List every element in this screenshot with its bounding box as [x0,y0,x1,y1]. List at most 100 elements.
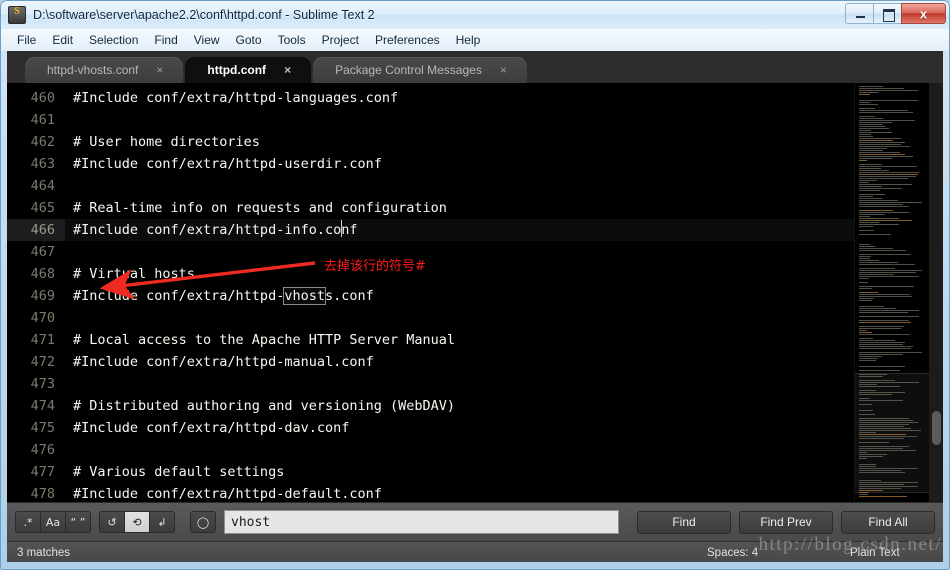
minimap-line [859,456,883,457]
minimap-line [859,152,900,153]
title-bar[interactable]: D:\software\server\apache2.2\conf\httpd.… [1,1,949,29]
tab-1[interactable]: httpd.conf × [185,57,312,83]
maximize-button[interactable] [873,3,901,24]
tab-close-icon[interactable]: × [284,63,291,77]
tab-2[interactable]: Package Control Messages × [313,57,527,83]
code-line[interactable]: #Include conf/extra/httpd-languages.conf [65,87,854,109]
editor-area[interactable]: 460 461 462 463 464 465 466 467 468 469 470 471 472 4… [7,83,943,502]
minimap-line [859,398,870,399]
minimap-line [859,148,887,149]
close-icon: x [919,6,928,21]
minimap-line [859,264,915,265]
code-line[interactable]: #Include conf/extra/httpd-vhosts.conf [65,285,854,307]
menu-item-view[interactable]: View [186,31,228,49]
preserve-case-toggle[interactable]: ◯ [190,511,216,533]
code-line[interactable] [65,439,854,461]
menu-item-edit[interactable]: Edit [44,31,81,49]
menu-item-tools[interactable]: Tools [270,31,314,49]
minimap-line [859,156,913,157]
minimap-line [859,222,879,223]
minimap-line [859,380,895,381]
code-line[interactable]: #Include conf/extra/httpd-default.conf [65,483,854,502]
minimap-viewport[interactable] [855,373,929,493]
minimap-line [859,172,919,173]
case-toggle[interactable]: Aa [40,511,66,533]
highlight-toggle[interactable]: ↲ [149,511,175,533]
minimap-line [859,268,895,269]
menu-item-file[interactable]: File [9,31,44,49]
line-number: 465 [30,200,55,216]
minimap-line [859,450,916,451]
minimap-line [859,272,916,273]
line-number-gutter: 460 461 462 463 464 465 466 467 468 469 470 471 472 4… [7,83,65,502]
match-count-label: 3 matches [17,547,71,559]
find-button[interactable]: Find [637,510,731,534]
code-line[interactable]: #Include conf/extra/httpd-manual.conf [65,351,854,373]
code-line[interactable]: #Include conf/extra/httpd-userdir.conf [65,153,854,175]
minimap-line [859,102,870,103]
minimap-line [859,92,878,93]
code-line[interactable]: # User home directories [65,131,854,153]
minimap-line [859,422,918,423]
minimap-line [859,282,868,283]
code-line[interactable]: # Various default settings [65,461,854,483]
code-line[interactable]: # Distributed authoring and versioning (… [65,395,854,417]
code-line[interactable] [65,373,854,395]
minimap-line [859,360,876,361]
menu-item-project[interactable]: Project [314,31,367,49]
code-line[interactable]: # Real-time info on requests and configu… [65,197,854,219]
minimap-line [859,292,878,293]
minimap-line [859,130,871,131]
syntax-mode[interactable]: Plain Text [850,547,900,559]
menu-item-selection[interactable]: Selection [81,31,146,49]
minimap-line [859,366,905,367]
minimap-line [859,218,899,219]
code-line[interactable] [65,109,854,131]
minimap-line [859,122,892,123]
wrap-toggle[interactable]: ⟲ [124,511,150,533]
minimap-line [859,88,904,89]
minimap-line [859,138,901,139]
menu-item-help[interactable]: Help [448,31,489,49]
minimap-line [859,212,909,213]
minimap-line [859,168,881,169]
whole-word-toggle[interactable]: “ ” [65,511,91,533]
scrollbar-thumb[interactable] [932,411,941,445]
menu-item-find[interactable]: Find [146,31,185,49]
regex-toggle[interactable]: .* [15,511,41,533]
code-line[interactable]: #Include conf/extra/httpd-info.conf [65,219,854,241]
find-prev-button[interactable]: Find Prev [739,510,833,534]
close-button[interactable]: x [901,3,946,24]
code-view[interactable]: 去掉该行的符号# #Include conf/extra/httpd-langu… [65,83,854,502]
code-line[interactable] [65,175,854,197]
in-selection-toggle[interactable]: ↺ [99,511,125,533]
indent-setting[interactable]: Spaces: 4 [707,547,758,559]
search-input[interactable] [224,510,619,534]
minimize-button[interactable] [845,3,873,24]
minimap[interactable] [854,83,929,502]
code-line[interactable]: # Local access to the Apache HTTP Server… [65,329,854,351]
menu-bar: File Edit Selection Find View Goto Tools Projec… [1,29,949,51]
minimap-line [859,298,874,299]
find-all-button[interactable]: Find All [841,510,935,534]
minimap-line [859,414,875,415]
minimap-line [859,484,904,485]
find-option-group-1: .* Aa “ ” [15,511,91,533]
vertical-scrollbar[interactable] [929,83,943,502]
minimap-line [859,464,876,465]
minimap-line [859,386,900,387]
code-line[interactable]: # Virtual hosts [65,263,854,285]
tab-close-icon[interactable]: × [156,63,163,77]
code-line[interactable] [65,241,854,263]
line-number: 470 [30,310,55,326]
minimap-line [859,150,883,151]
tab-0[interactable]: httpd-vhosts.conf × [25,57,184,83]
minimap-line [859,210,893,211]
minimap-line [859,128,889,129]
code-line[interactable]: #Include conf/extra/httpd-dav.conf [65,417,854,439]
menu-item-goto[interactable]: Goto [228,31,270,49]
tab-close-icon[interactable]: × [500,63,507,77]
code-line[interactable] [65,307,854,329]
menu-item-preferences[interactable]: Preferences [367,31,448,49]
tab-label: Package Control Messages [335,63,482,77]
